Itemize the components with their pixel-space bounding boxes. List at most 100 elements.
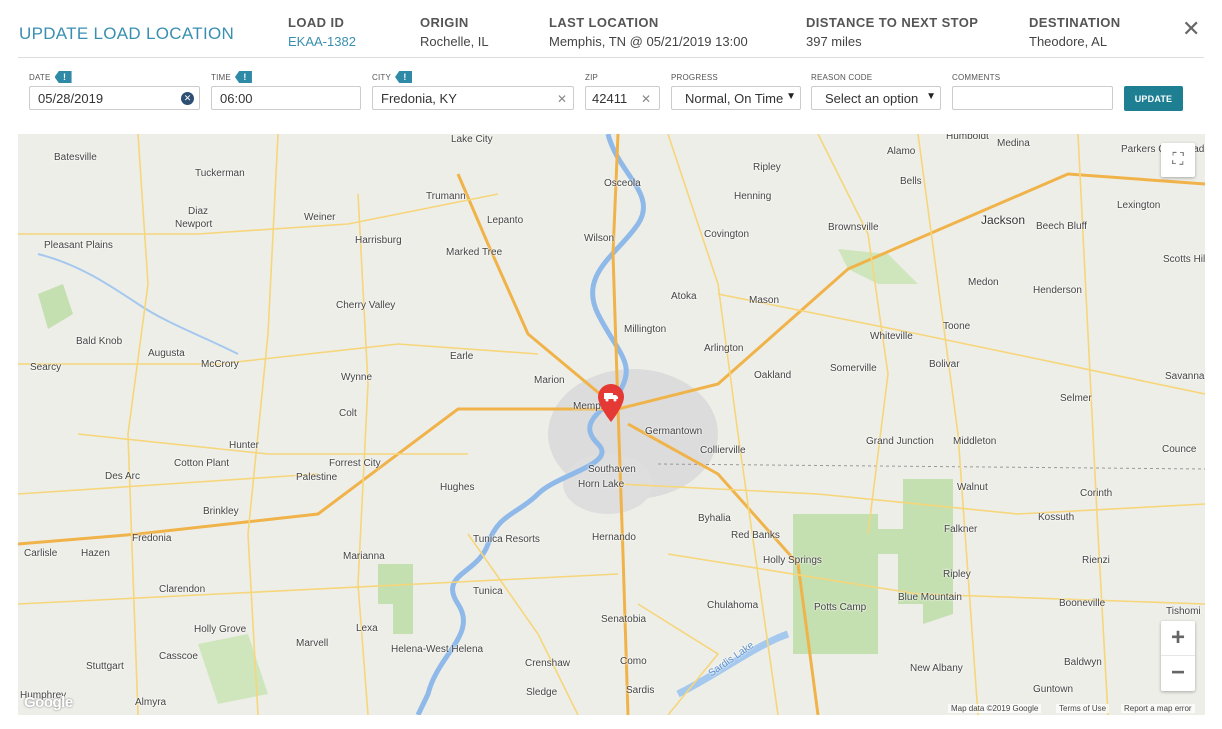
state-border [657, 463, 1205, 470]
map-place-label: Crenshaw [525, 658, 571, 669]
map-place-label: Bolivar [929, 359, 960, 370]
map-attribution: Map data ©2019 Google [948, 704, 1042, 713]
warning-flag-icon[interactable]: ! [234, 71, 252, 83]
comments-input[interactable] [952, 86, 1113, 110]
map-place-label: Helena-West Helena [391, 644, 484, 655]
map-place-label: Whiteville [870, 331, 913, 342]
update-form: DATE ! 05/28/2019 ✕ TIME ! 06:00 CITY ! … [0, 60, 1222, 130]
map-place-label: Sardis [626, 685, 655, 696]
map-place-label: Marked Tree [446, 247, 503, 258]
map-place-label: Palestine [296, 472, 338, 483]
map-place-label: Humboldt [946, 134, 989, 142]
map-place-label: Des Arc [105, 471, 141, 482]
map-place-label: Diaz [188, 206, 209, 217]
time-input[interactable]: 06:00 [211, 86, 361, 110]
map-place-label: Lake City [451, 134, 493, 145]
chevron-down-icon: ▼ [924, 91, 936, 102]
destination-group: DESTINATION Theodore, AL [1029, 15, 1121, 49]
city-input[interactable]: Fredonia, KY ✕ [372, 86, 574, 110]
map-place-label: Scotts Hill [1163, 254, 1205, 265]
zip-input[interactable]: 42411 ✕ [585, 86, 660, 110]
map-place-label: Newport [175, 219, 213, 230]
map-place-label: Weiner [304, 212, 336, 223]
zoom-out-button[interactable]: − [1161, 656, 1195, 690]
google-logo: Google [24, 694, 73, 711]
map-place-label: Toone [943, 321, 971, 332]
clear-zip-icon[interactable]: ✕ [641, 92, 651, 106]
zoom-in-button[interactable]: + [1161, 621, 1195, 656]
last-location-group: LAST LOCATION Memphis, TN @ 05/21/2019 1… [549, 15, 748, 49]
reason-code-select[interactable]: Select an option ▼ [811, 86, 941, 110]
map-place-label: Counce [1162, 444, 1197, 455]
map-place-label: Horn Lake [578, 479, 625, 490]
map-place-label: Henderson [1033, 285, 1082, 296]
destination-label: DESTINATION [1029, 15, 1121, 30]
report-error-link[interactable]: Report a map error [1121, 704, 1195, 713]
map-place-label: Pleasant Plains [44, 240, 113, 251]
map-place-label: Somerville [830, 363, 877, 374]
map-place-label: Marvell [296, 638, 329, 649]
load-id-group: LOAD ID EKAA-1382 [288, 15, 356, 49]
time-label: TIME [211, 72, 231, 82]
map-place-label: Arlington [704, 343, 744, 354]
origin-value: Rochelle, IL [420, 34, 489, 49]
fullscreen-icon[interactable]: ⛶ [1161, 143, 1195, 177]
map-place-label: Marianna [343, 551, 385, 562]
update-button[interactable]: UPDATE [1124, 86, 1183, 111]
map-place-label: Stuttgart [86, 661, 124, 672]
progress-select[interactable]: Normal, On Time ▼ [671, 86, 801, 110]
comments-field: COMMENTS [952, 70, 1113, 110]
map-place-label: Forrest City [329, 458, 381, 469]
map-place-label: Atoka [671, 291, 697, 302]
clear-date-icon[interactable]: ✕ [181, 92, 194, 105]
map-place-label: Medina [997, 138, 1030, 149]
load-id-link[interactable]: EKAA-1382 [288, 34, 356, 49]
map-place-label: Brinkley [203, 506, 239, 517]
map-place-label: Hazen [81, 548, 110, 559]
zoom-control: + − [1161, 621, 1195, 691]
destination-value: Theodore, AL [1029, 34, 1108, 49]
progress-value: Normal, On Time [685, 90, 784, 106]
distance-value: 397 miles [806, 34, 862, 49]
map-place-label: Savanna [1165, 371, 1205, 382]
map-place-label: Chulahoma [707, 600, 759, 611]
date-input[interactable]: 05/28/2019 ✕ [29, 86, 200, 110]
truck-marker-icon[interactable] [598, 384, 624, 422]
map-place-label: Colt [339, 408, 357, 419]
map-place-label: Sledge [526, 687, 558, 698]
terms-link[interactable]: Terms of Use [1056, 704, 1110, 713]
clear-city-icon[interactable]: ✕ [557, 92, 567, 106]
map-place-label: Corinth [1080, 488, 1113, 499]
distance-label: DISTANCE TO NEXT STOP [806, 15, 979, 30]
map-place-label: Senatobia [601, 614, 647, 625]
modal-header: UPDATE LOAD LOCATION LOAD ID EKAA-1382 O… [0, 0, 1222, 58]
map-place-label: Tunica Resorts [473, 534, 540, 545]
map-view[interactable]: Batesville Tuckerman Diaz Newport Pleasa… [18, 134, 1205, 715]
map-place-label: Lexington [1117, 200, 1161, 211]
warning-flag-icon[interactable]: ! [54, 71, 72, 83]
warning-flag-icon[interactable]: ! [395, 71, 413, 83]
close-icon[interactable]: ✕ [1182, 18, 1200, 40]
map-place-label: Booneville [1059, 598, 1106, 609]
map-place-label: Red Banks [731, 530, 780, 541]
map-place-label: Lepanto [487, 215, 524, 226]
zip-field: ZIP 42411 ✕ [585, 70, 660, 110]
map-place-label: Tuckerman [195, 168, 245, 179]
progress-label: PROGRESS [671, 72, 718, 82]
map-place-label: Harrisburg [355, 235, 402, 246]
reason-code-label: REASON CODE [811, 72, 873, 82]
map-place-label: Henning [734, 191, 772, 202]
date-label: DATE [29, 72, 51, 82]
park-area [378, 564, 413, 634]
reason-code-field: REASON CODE Select an option ▼ [811, 70, 941, 110]
map-place-label: McCrory [201, 359, 239, 370]
map-place-label: Hernando [592, 532, 636, 543]
map-place-label: Clarendon [159, 584, 206, 595]
map-place-label: Wynne [341, 372, 373, 383]
map-place-label: Wilson [584, 233, 615, 244]
map-place-label: Grand Junction [866, 436, 934, 447]
map-place-label: Oakland [754, 370, 792, 381]
map-place-label: Bald Knob [76, 336, 123, 347]
city-field: CITY ! Fredonia, KY ✕ [372, 70, 574, 110]
zip-value: 42411 [592, 90, 628, 106]
